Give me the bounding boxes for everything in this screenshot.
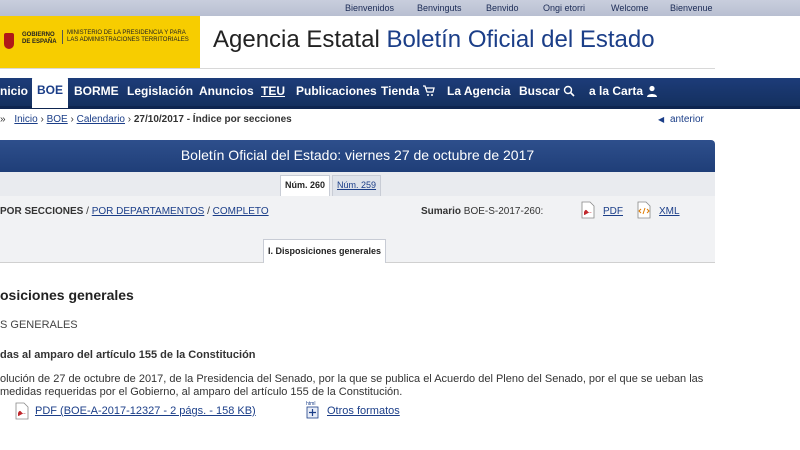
nav-legislacion[interactable]: Legislación (127, 78, 193, 106)
government-label: GOBIERNO DE ESPAÑA (22, 32, 57, 45)
previous-link[interactable]: ◀ anterior (658, 114, 704, 125)
user-icon (647, 85, 658, 97)
nav-la-agencia[interactable]: La Agencia (447, 78, 511, 106)
summary-id: BOE-S-2017-260: (463, 206, 544, 217)
lang-link[interactable]: Benvido (486, 3, 519, 13)
summary-xml-link[interactable]: XML (659, 206, 680, 217)
section-heading: osiciones generales (0, 287, 134, 303)
nav-buscar-label: Buscar (519, 84, 560, 98)
nav-borme[interactable]: BORME (74, 78, 119, 106)
xml-file-icon[interactable] (636, 201, 652, 219)
breadcrumb-calendario[interactable]: Calendario (77, 114, 125, 125)
index-complete[interactable]: COMPLETO (213, 206, 269, 217)
agency-title-prefix: Agencia Estatal (213, 26, 387, 53)
lang-link[interactable]: Bienvenidos (345, 3, 394, 13)
index-panel: POR SECCIONES / POR DEPARTAMENTOS / COMP… (0, 196, 715, 263)
bulletin-title-band: Boletín Oficial del Estado: viernes 27 d… (0, 140, 715, 172)
html-icon-label: html (306, 401, 315, 407)
language-bar: Bienvenidos Benvinguts Benvido Ongi etor… (0, 0, 800, 16)
header-filler (715, 16, 800, 74)
breadcrumb: » Inicio › BOE › Calendario › 27/10/2017… (0, 114, 292, 125)
document-description: olución de 27 de octubre de 2017, de la … (0, 373, 704, 398)
breadcrumb-inicio[interactable]: Inicio (14, 114, 37, 125)
summary-label: Sumario BOE-S-2017-260: (421, 206, 543, 217)
lang-link[interactable]: Welcome (611, 3, 648, 13)
summary-title: Sumario (421, 206, 462, 217)
breadcrumb-current: 27/10/2017 - Índice por secciones (133, 114, 292, 125)
search-icon (563, 85, 575, 97)
bulletin-title: Boletín Oficial del Estado: viernes 27 d… (180, 147, 535, 163)
nav-a-la-carta[interactable]: a la Carta (589, 78, 658, 106)
tab-issue-259[interactable]: Núm. 259 (332, 175, 382, 198)
breadcrumb-separator: » (0, 114, 6, 125)
agency-title[interactable]: Agencia Estatal Boletín Oficial del Esta… (213, 26, 655, 54)
pdf-file-icon[interactable] (14, 402, 30, 420)
pdf-file-icon[interactable] (580, 201, 596, 219)
section-subheading: S GENERALES (0, 319, 78, 331)
main-nav: nicio BOE BORME Legislación Anuncios TEU… (0, 76, 800, 109)
previous-label: anterior (669, 114, 704, 125)
nav-anuncios[interactable]: Anuncios (199, 78, 254, 106)
index-by-department[interactable]: POR DEPARTAMENTOS (92, 206, 205, 217)
coat-of-arms-icon (4, 33, 14, 49)
index-type-links: POR SECCIONES / POR DEPARTAMENTOS / COMP… (0, 206, 269, 217)
lang-link[interactable]: Bienvenue (670, 3, 713, 13)
nav-tienda[interactable]: Tienda (381, 78, 435, 106)
ministry-label: MINISTERIO DE LA PRESIDENCIA Y PARA LAS … (62, 30, 197, 44)
breadcrumb-boe[interactable]: BOE (47, 114, 68, 125)
summary-pdf-link[interactable]: PDF (603, 206, 623, 217)
site-header: GOBIERNO DE ESPAÑA MINISTERIO DE LA PRES… (0, 16, 715, 69)
lang-link[interactable]: Ongi etorri (543, 3, 585, 13)
lang-link[interactable]: Benvinguts (417, 3, 462, 13)
nav-carta-label: a la Carta (589, 84, 644, 98)
chevron-left-icon: ◀ (658, 115, 665, 124)
tab-issue-260[interactable]: Núm. 260 (280, 175, 331, 197)
agency-title-main: Boletín Oficial del Estado (386, 26, 655, 53)
cart-icon (422, 85, 435, 96)
index-by-section: POR SECCIONES (0, 206, 84, 217)
issue-tabs: Núm. 260 Núm. 259 (0, 172, 715, 198)
document-pdf-link[interactable]: PDF (BOE-A-2017-12327 - 2 págs. - 158 KB… (35, 405, 256, 417)
nav-buscar[interactable]: Buscar (519, 78, 575, 106)
nav-inicio[interactable]: nicio (0, 78, 28, 106)
nav-teu[interactable]: TEU (261, 78, 285, 106)
nav-publicaciones[interactable]: Publicaciones (296, 78, 377, 106)
nav-boe[interactable]: BOE (32, 76, 69, 108)
html-format-icon[interactable]: html (305, 400, 321, 420)
nav-tienda-label: Tienda (381, 84, 420, 98)
ministry-logo[interactable]: GOBIERNO DE ESPAÑA MINISTERIO DE LA PRES… (0, 16, 200, 68)
article-heading: das al amparo del artículo 155 de la Con… (0, 349, 256, 361)
tab-section-i[interactable]: I. Disposiciones generales (263, 239, 387, 263)
other-formats-link[interactable]: Otros formatos (327, 405, 400, 417)
